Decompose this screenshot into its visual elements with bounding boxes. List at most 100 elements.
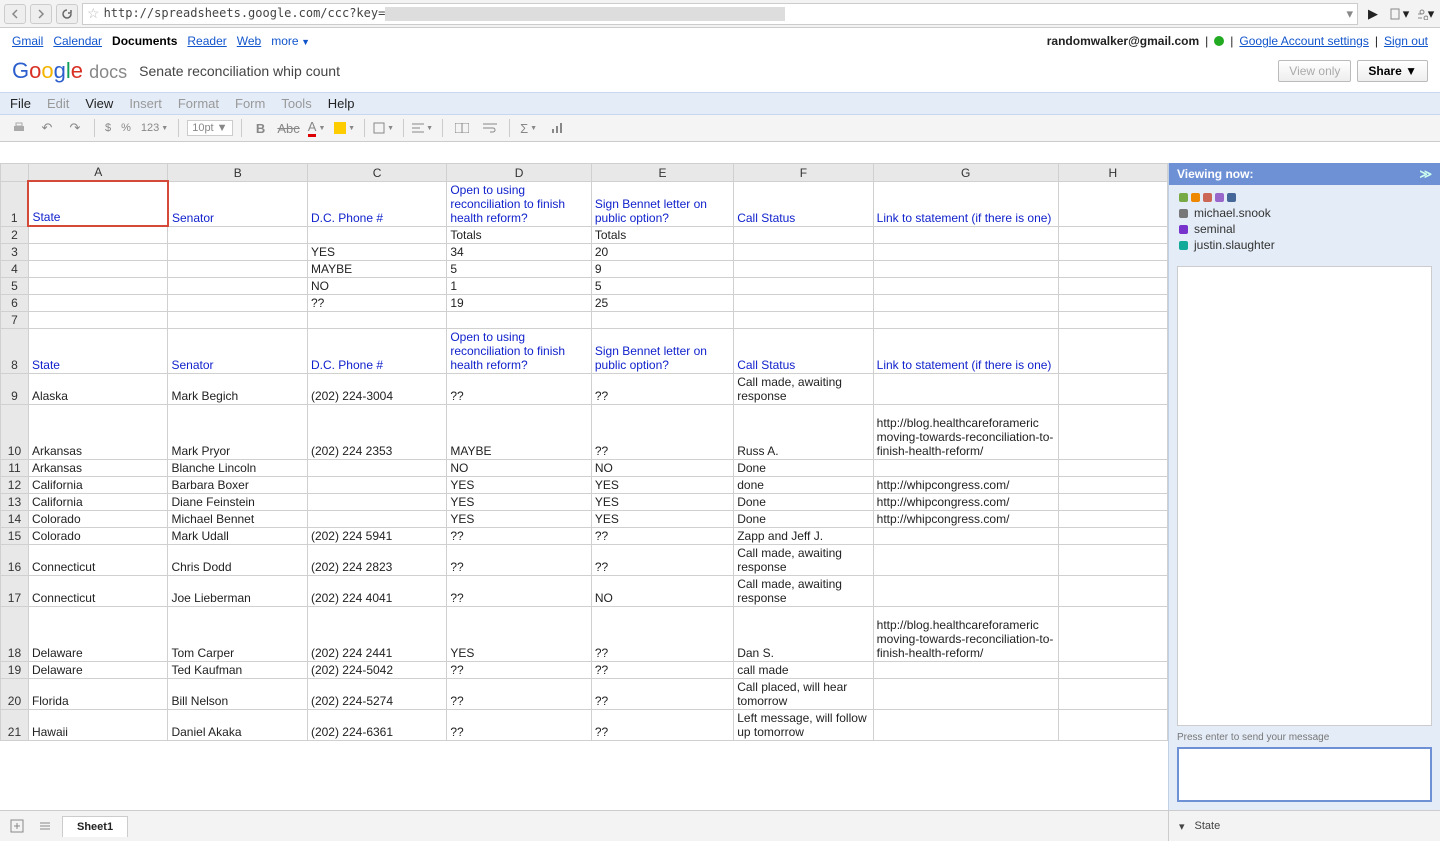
cell[interactable]: YES <box>591 493 733 510</box>
cell[interactable]: (202) 224 5941 <box>307 527 446 544</box>
chat-input[interactable] <box>1177 747 1432 802</box>
cell[interactable]: Left message, will follow up tomorrow <box>734 709 873 740</box>
cell[interactable]: Diane Feinstein <box>168 493 307 510</box>
cell[interactable]: http://blog.healthcareforameric moving-t… <box>873 404 1058 459</box>
cell[interactable] <box>168 294 307 311</box>
cell[interactable]: Link to statement (if there is one) <box>873 328 1058 373</box>
bold-button[interactable]: B <box>250 118 272 138</box>
row-header[interactable]: 10 <box>1 404 29 459</box>
cell[interactable]: 5 <box>447 260 592 277</box>
cell[interactable] <box>28 243 168 260</box>
cell[interactable]: Mark Pryor <box>168 404 307 459</box>
cell[interactable]: 25 <box>591 294 733 311</box>
cell[interactable]: 5 <box>591 277 733 294</box>
cell[interactable]: Call placed, will hear tomorrow <box>734 678 873 709</box>
cell[interactable]: http://whipcongress.com/ <box>873 510 1058 527</box>
cell[interactable]: ?? <box>447 709 592 740</box>
account-settings-link[interactable]: Google Account settings <box>1239 34 1368 48</box>
column-header[interactable]: H <box>1058 164 1167 182</box>
cell[interactable]: done <box>734 476 873 493</box>
cell[interactable]: (202) 224 2441 <box>307 606 446 661</box>
cell[interactable] <box>873 311 1058 328</box>
cell[interactable]: Link to statement (if there is one) <box>873 181 1058 226</box>
cell[interactable]: State <box>28 181 168 226</box>
cell[interactable]: 34 <box>447 243 592 260</box>
cell[interactable]: Sign Bennet letter on public option? <box>591 328 733 373</box>
cell[interactable]: NO <box>447 459 592 476</box>
row-header[interactable]: 2 <box>1 226 29 243</box>
cell[interactable]: Senator <box>168 181 307 226</box>
row-header[interactable]: 14 <box>1 510 29 527</box>
cell[interactable]: Chris Dodd <box>168 544 307 575</box>
page-menu-button[interactable]: ▾ <box>1388 4 1410 24</box>
signout-link[interactable]: Sign out <box>1384 34 1428 48</box>
grid-scroll[interactable]: ABCDEFGH1StateSenatorD.C. Phone #Open to… <box>0 163 1168 810</box>
merge-button[interactable] <box>451 118 473 138</box>
cell[interactable] <box>1058 373 1167 404</box>
row-header[interactable]: 19 <box>1 661 29 678</box>
cell[interactable]: Done <box>734 459 873 476</box>
row-header[interactable]: 6 <box>1 294 29 311</box>
cell[interactable]: Arkansas <box>28 459 168 476</box>
cell[interactable]: http://whipcongress.com/ <box>873 476 1058 493</box>
cell[interactable]: Open to using reconciliation to finish h… <box>447 328 592 373</box>
cell[interactable]: California <box>28 493 168 510</box>
cell[interactable] <box>1058 243 1167 260</box>
cell[interactable]: Delaware <box>28 661 168 678</box>
cell[interactable]: ?? <box>591 709 733 740</box>
cell[interactable]: Hawaii <box>28 709 168 740</box>
column-header[interactable]: F <box>734 164 873 182</box>
cell[interactable]: (202) 224-5274 <box>307 678 446 709</box>
cell[interactable]: Dan S. <box>734 606 873 661</box>
cell[interactable]: ?? <box>591 544 733 575</box>
cell[interactable]: Russ A. <box>734 404 873 459</box>
cell[interactable] <box>1058 709 1167 740</box>
redo-button[interactable]: ↷ <box>64 118 86 138</box>
cell[interactable]: Call made, awaiting response <box>734 373 873 404</box>
percent-button[interactable]: % <box>119 118 133 138</box>
row-header[interactable]: 15 <box>1 527 29 544</box>
cell[interactable] <box>28 277 168 294</box>
cell[interactable]: NO <box>591 459 733 476</box>
cell[interactable]: ?? <box>447 527 592 544</box>
menu-view[interactable]: View <box>85 96 113 111</box>
cell[interactable] <box>591 311 733 328</box>
cell[interactable]: Ted Kaufman <box>168 661 307 678</box>
nav-reader[interactable]: Reader <box>187 34 226 48</box>
cell[interactable] <box>873 260 1058 277</box>
row-header[interactable]: 4 <box>1 260 29 277</box>
row-header[interactable]: 12 <box>1 476 29 493</box>
align-button[interactable]: ▼ <box>412 118 434 138</box>
collapse-icon[interactable]: ≫ <box>1419 167 1432 181</box>
cell[interactable]: Colorado <box>28 510 168 527</box>
cell[interactable] <box>168 311 307 328</box>
cell[interactable]: Sign Bennet letter on public option? <box>591 181 733 226</box>
currency-button[interactable]: $ <box>103 118 113 138</box>
cell[interactable]: YES <box>447 510 592 527</box>
cell[interactable]: YES <box>591 510 733 527</box>
cell[interactable]: MAYBE <box>447 404 592 459</box>
cell[interactable] <box>28 226 168 243</box>
cell[interactable]: ?? <box>591 527 733 544</box>
nav-more[interactable]: more <box>271 34 310 48</box>
cell[interactable]: Open to using reconciliation to finish h… <box>447 181 592 226</box>
cell[interactable] <box>873 294 1058 311</box>
cell[interactable] <box>873 709 1058 740</box>
cell[interactable]: 20 <box>591 243 733 260</box>
nav-web[interactable]: Web <box>237 34 261 48</box>
cell[interactable] <box>873 661 1058 678</box>
cell[interactable] <box>307 311 446 328</box>
row-header[interactable]: 3 <box>1 243 29 260</box>
nav-documents[interactable]: Documents <box>112 34 177 48</box>
cell[interactable]: ?? <box>447 544 592 575</box>
cell[interactable]: Alaska <box>28 373 168 404</box>
undo-button[interactable]: ↶ <box>36 118 58 138</box>
cell[interactable]: MAYBE <box>307 260 446 277</box>
cell[interactable] <box>28 294 168 311</box>
cell[interactable] <box>168 226 307 243</box>
cell[interactable]: 9 <box>591 260 733 277</box>
cell[interactable] <box>734 243 873 260</box>
cell[interactable]: Call Status <box>734 181 873 226</box>
cell[interactable]: Totals <box>447 226 592 243</box>
cell[interactable]: YES <box>447 606 592 661</box>
